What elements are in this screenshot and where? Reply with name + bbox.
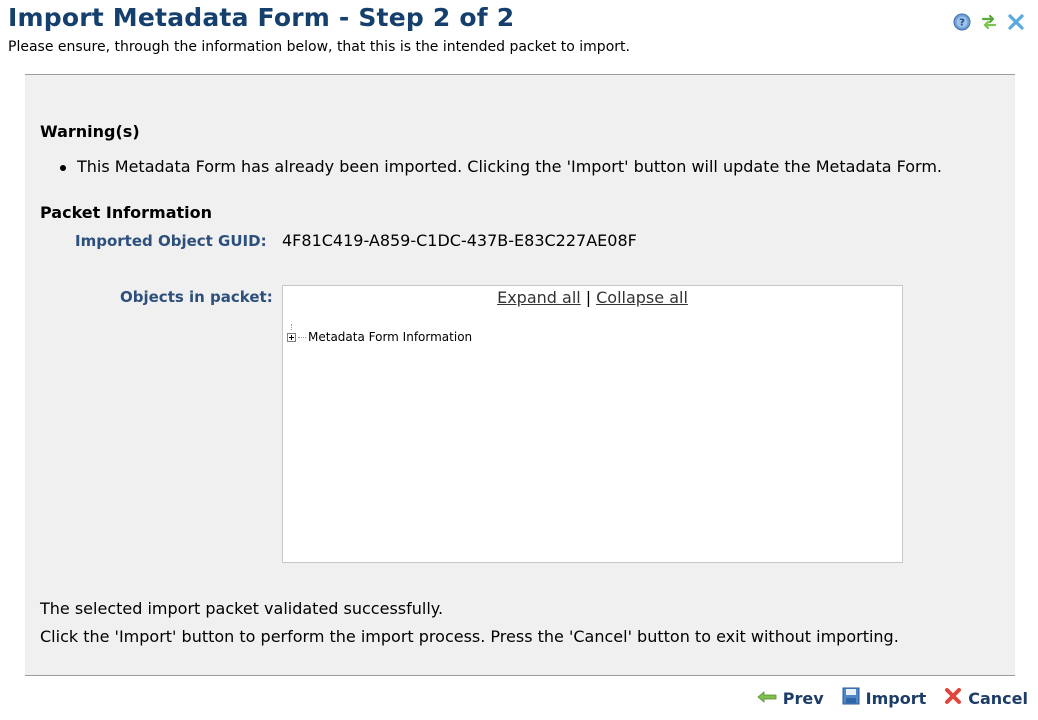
- refresh-icon[interactable]: [979, 12, 999, 32]
- validation-message: The selected import packet validated suc…: [40, 599, 444, 618]
- import-label: Import: [865, 688, 927, 708]
- warning-item: This Metadata Form has already been impo…: [60, 157, 942, 176]
- cancel-button[interactable]: Cancel: [944, 687, 1028, 709]
- tree-connector: [298, 336, 306, 338]
- objects-label: Objects in packet:: [120, 288, 273, 306]
- collapse-all-link[interactable]: Collapse all: [596, 288, 688, 307]
- close-icon[interactable]: [1006, 12, 1026, 32]
- prev-button[interactable]: Prev: [757, 689, 824, 708]
- footer-actions: Prev Import Cancel: [757, 687, 1028, 709]
- guid-label: Imported Object GUID:: [75, 232, 267, 250]
- cancel-icon: [944, 687, 962, 709]
- tree-node[interactable]: Metadata Form Information: [287, 330, 472, 344]
- header-toolbar: ?: [952, 12, 1026, 32]
- link-separator: |: [585, 288, 592, 307]
- objects-tree: Expand all | Collapse all Metadata Form In…: [282, 285, 903, 563]
- instruction-message: Click the 'Import' button to perform the…: [40, 627, 899, 646]
- packet-heading: Packet Information: [40, 203, 213, 222]
- help-icon[interactable]: ?: [952, 12, 972, 32]
- expand-node-icon[interactable]: [287, 332, 296, 342]
- import-button[interactable]: Import: [842, 687, 927, 709]
- guid-value: 4F81C419-A859-C1DC-437B-E83C227AE08F: [282, 231, 637, 250]
- expand-all-link[interactable]: Expand all: [497, 288, 581, 307]
- tree-controls: Expand all | Collapse all: [283, 288, 902, 307]
- page-title: Import Metadata Form - Step 2 of 2: [8, 3, 515, 32]
- content-panel: Warning(s) This Metadata Form has alread…: [25, 74, 1015, 676]
- bullet-icon: [60, 165, 66, 171]
- prev-label: Prev: [782, 688, 824, 708]
- save-icon: [842, 687, 860, 709]
- tree-node-label[interactable]: Metadata Form Information: [308, 330, 472, 344]
- warning-text: This Metadata Form has already been impo…: [77, 157, 942, 176]
- cancel-label: Cancel: [968, 688, 1028, 708]
- warnings-heading: Warning(s): [40, 122, 140, 141]
- arrow-left-icon: [757, 689, 777, 708]
- svg-text:?: ?: [959, 18, 965, 29]
- page-subtitle: Please ensure, through the information b…: [8, 39, 630, 55]
